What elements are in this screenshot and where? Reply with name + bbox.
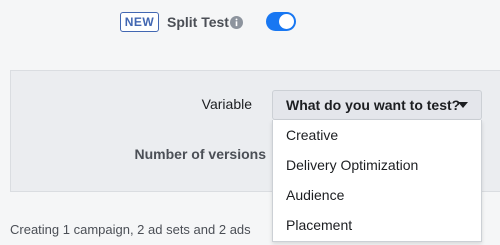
number-of-versions-label: Number of versions bbox=[134, 146, 266, 162]
dropdown-item-placement[interactable]: Placement bbox=[273, 210, 481, 240]
creation-summary: Creating 1 campaign, 2 ad sets and 2 ads bbox=[10, 222, 251, 237]
info-circle-icon[interactable] bbox=[230, 16, 243, 29]
split-test-toggle[interactable] bbox=[266, 12, 296, 31]
new-badge: NEW bbox=[120, 12, 159, 32]
split-test-row: NEW Split Test bbox=[0, 0, 500, 70]
toggle-knob bbox=[279, 14, 294, 29]
variable-select-label: What do you want to test? bbox=[286, 97, 461, 113]
dropdown-item-delivery-optimization[interactable]: Delivery Optimization bbox=[273, 150, 481, 180]
caret-down-icon bbox=[458, 102, 468, 108]
variable-label: Variable bbox=[201, 96, 252, 112]
split-test-label: Split Test bbox=[167, 14, 229, 30]
dropdown-item-audience[interactable]: Audience bbox=[273, 180, 481, 210]
variable-select[interactable]: What do you want to test? bbox=[272, 90, 482, 120]
variable-dropdown-menu: Creative Delivery Optimization Audience … bbox=[272, 120, 482, 242]
dropdown-item-creative[interactable]: Creative bbox=[273, 120, 481, 150]
